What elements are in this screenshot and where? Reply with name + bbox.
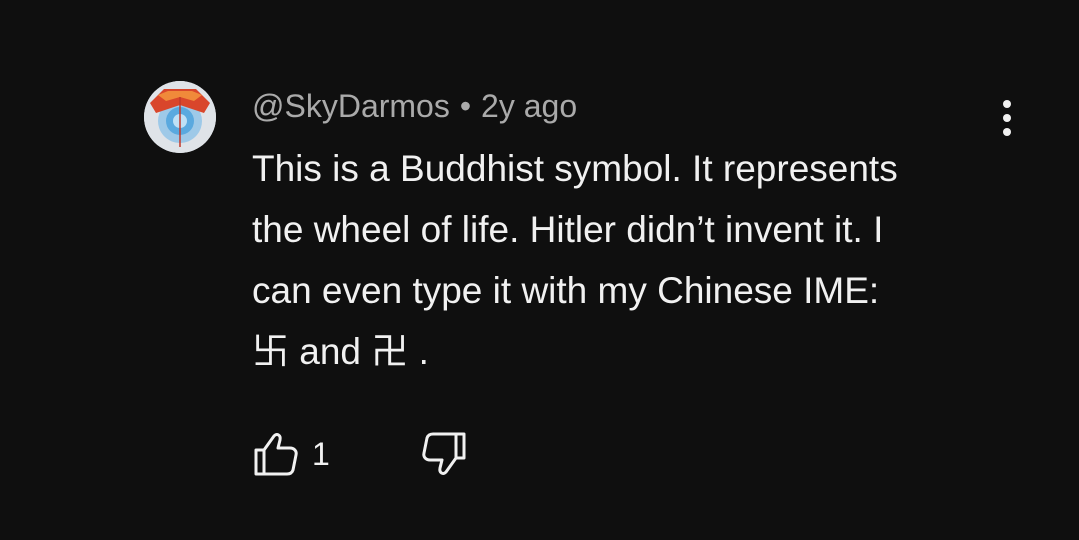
comment-text-line: This is a Buddhist symbol. It represents xyxy=(252,148,898,189)
comment-text-middle: and xyxy=(289,331,372,372)
comment-text-end: . xyxy=(408,331,429,372)
comment-text-line: the wheel of life. Hitler didn’t invent … xyxy=(252,209,884,250)
comment-text-line: 卐 and 卍 . xyxy=(252,321,1032,382)
comment-text-line: can even type it with my Chinese IME: xyxy=(252,270,880,311)
symbol-2: 卍 xyxy=(371,331,409,372)
comment-item: @SkyDarmos • 2y ago This is a Buddhist sym… xyxy=(0,0,1079,540)
comment-timestamp[interactable]: 2y ago xyxy=(481,88,577,124)
dislike-button[interactable] xyxy=(418,430,470,478)
more-options-button[interactable] xyxy=(990,96,1026,140)
symbol-1: 卐 xyxy=(252,331,289,372)
comment-header: @SkyDarmos • 2y ago xyxy=(252,86,577,126)
like-button[interactable] xyxy=(250,430,302,478)
avatar[interactable] xyxy=(144,81,216,153)
more-vert-icon xyxy=(1003,100,1011,108)
meta-separator: • xyxy=(459,88,472,124)
thumbs-up-icon xyxy=(254,433,298,476)
author-name[interactable]: @SkyDarmos xyxy=(252,88,450,124)
thumbs-down-icon xyxy=(422,432,466,475)
like-count: 1 xyxy=(312,436,330,472)
comment-text: This is a Buddhist symbol. It represents… xyxy=(252,138,1032,382)
